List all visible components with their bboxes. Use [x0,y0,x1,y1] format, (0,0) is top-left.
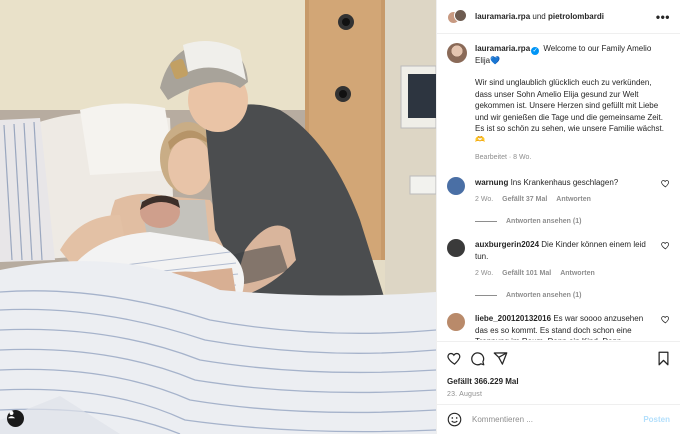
comment-heart-icon[interactable] [661,241,670,250]
comment-likes[interactable]: Gefällt 37 Mal [502,194,547,206]
comment-username[interactable]: auxburgerin2024 [475,240,539,249]
comment-avatar[interactable] [447,177,465,196]
post-actions: Gefällt 366.229 Mal 23. August [437,341,680,398]
comment-meta: 2 Wo. Gefällt 37 Mal Antworten [475,194,651,206]
view-replies-button[interactable]: Antworten ansehen (1) [475,218,670,225]
caption-avatar[interactable] [447,43,467,63]
comment-username[interactable]: liebe_200120132016 [475,314,551,323]
caption: lauramaria.rpa ✓ Welcome to our Family Am… [447,43,670,163]
emoji-icon[interactable] [447,412,462,427]
post-header: lauramaria.rpa und pietrolombardi ••• [437,0,680,34]
user-tag-button[interactable] [7,410,24,427]
comment-item: warnung Ins Krankenhaus geschlagen? 2 Wo… [447,177,670,205]
view-replies-button[interactable]: Antworten ansehen (1) [475,292,670,299]
comment-meta: 2 Wo. Gefällt 101 Mal Antworten [475,268,651,280]
comment-reply-button[interactable]: Antworten [560,268,595,280]
heart-icon[interactable] [447,351,462,366]
more-options-icon[interactable]: ••• [656,10,670,24]
comments-scroll-area[interactable]: lauramaria.rpa ✓ Welcome to our Family Am… [437,35,680,340]
post-date: 23. August [447,391,483,398]
view-replies-label: Antworten ansehen (1) [506,218,582,226]
comment-icon[interactable] [470,351,485,366]
caption-body: lauramaria.rpa ✓ Welcome to our Family Am… [475,43,665,163]
user-tag-icon [7,411,16,419]
caption-meta: Bearbeitet · 8 Wo. [475,153,532,161]
post-photo[interactable] [0,0,436,434]
caption-edited: Bearbeitet [475,153,507,161]
caption-username[interactable]: lauramaria.rpa [475,44,530,53]
author-avatars[interactable] [447,7,467,27]
comment-item: liebe_200120132016 Es war soooo anzusehe… [447,313,670,340]
post-authors: lauramaria.rpa und pietrolombardi [475,12,656,21]
hospital-photo-illustration [0,0,436,434]
share-icon[interactable] [493,351,508,366]
bookmark-icon[interactable] [657,351,670,366]
comment-avatar[interactable] [447,313,465,332]
comment-input[interactable] [472,415,644,424]
comment-text: Ins Krankenhaus geschlagen? [510,178,619,188]
comment-time: 2 Wo. [475,269,494,277]
caption-time: 8 Wo. [513,153,532,161]
caption-text: Wir sind unglaublich glücklich euch zu v… [475,78,663,122]
comment-reply-button[interactable]: Antworten [556,194,591,206]
comment-time: 2 Wo. [475,195,494,203]
caption-text-2: Es ist so schön zu sehen, wie unsere Fam… [475,124,664,145]
view-replies-label: Antworten ansehen (1) [506,292,582,300]
comment-heart-icon[interactable] [661,315,670,324]
like-count[interactable]: Gefällt 366.229 Mal [447,377,670,386]
comment-avatar[interactable] [447,239,465,258]
author-link-1[interactable]: lauramaria.rpa [475,12,530,21]
author-link-2[interactable]: pietrolombardi [548,12,604,21]
comment-item: auxburgerin2024 Die Kinder können einem … [447,239,670,279]
author-joiner: und [532,12,546,21]
comment-username[interactable]: warnung [475,178,508,187]
verified-badge-icon: ✓ [531,47,540,55]
post-side-panel: lauramaria.rpa und pietrolombardi ••• la… [436,0,680,434]
comment-heart-icon[interactable] [661,179,670,188]
comment-likes[interactable]: Gefällt 101 Mal [502,268,551,280]
post-comment-button[interactable]: Posten [643,415,670,424]
add-comment-bar: Posten [437,404,680,434]
